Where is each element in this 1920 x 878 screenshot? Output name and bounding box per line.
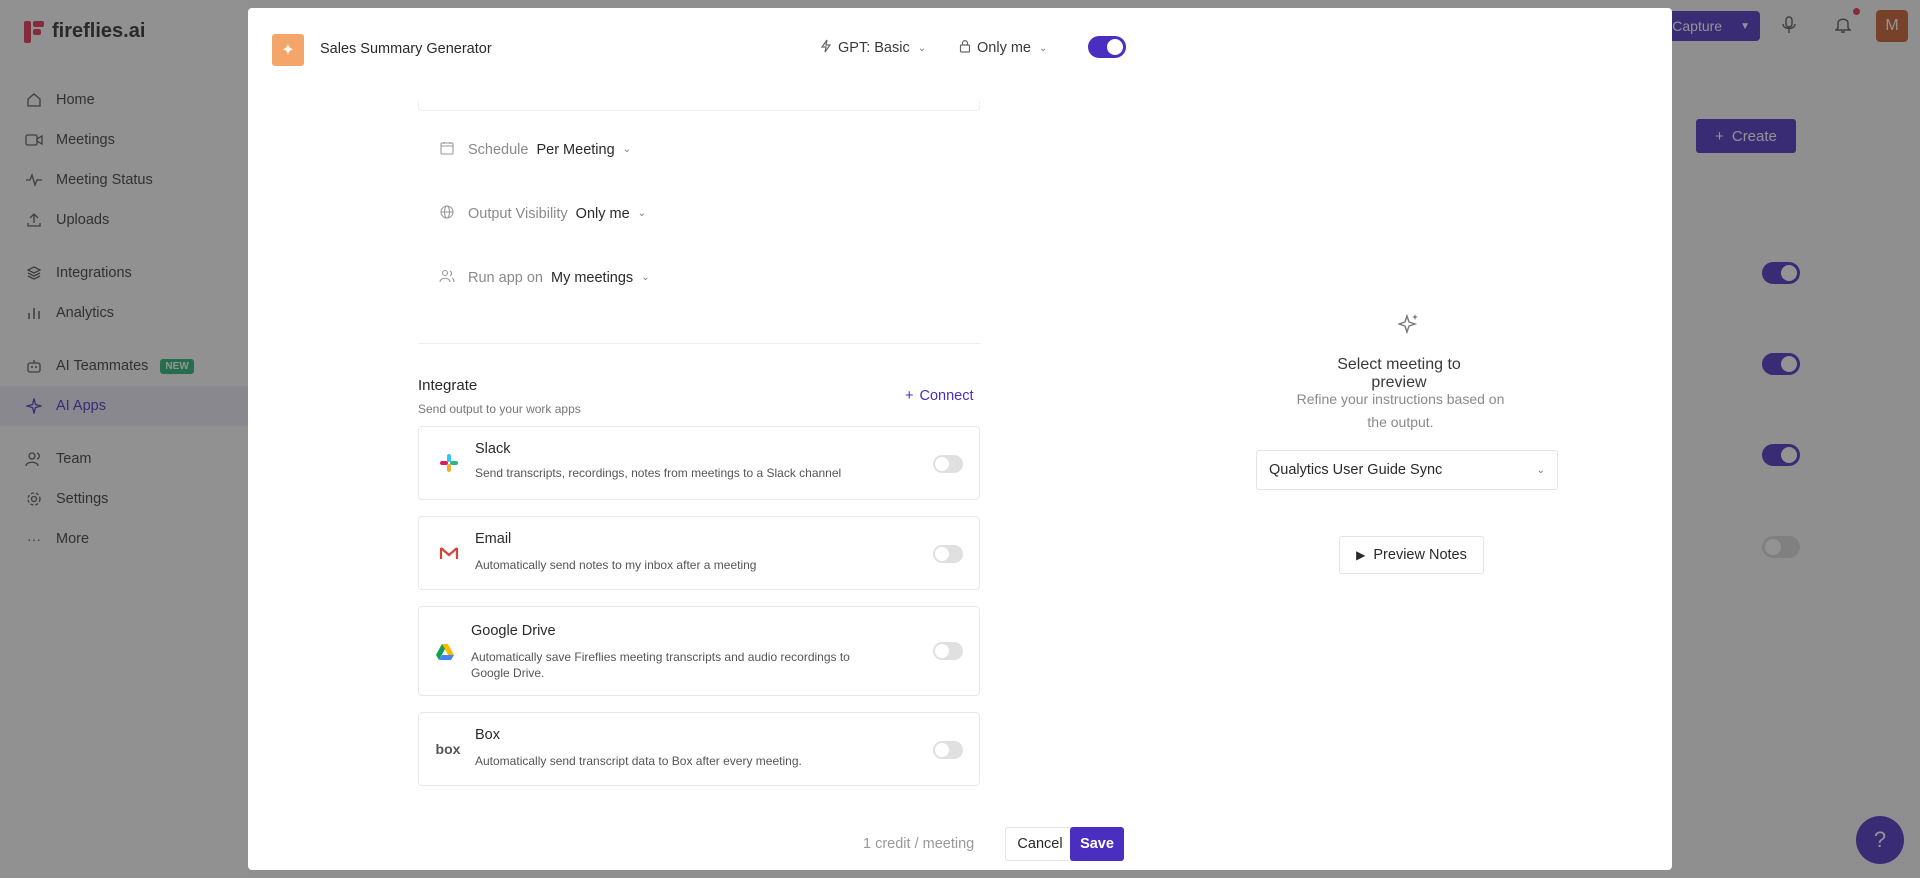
plus-icon: + xyxy=(905,388,914,404)
lock-icon xyxy=(959,39,971,57)
chevron-down-icon: ⌄ xyxy=(1536,464,1545,476)
model-value: GPT: Basic xyxy=(838,40,910,56)
preview-meeting-select[interactable]: Qualytics User Guide Sync ⌄ xyxy=(1256,450,1558,490)
integration-description: Automatically send transcript data to Bo… xyxy=(475,754,802,768)
run-app-on-value: My meetings xyxy=(550,269,634,286)
visibility-value: Only me xyxy=(977,40,1031,56)
chevron-down-icon: ⌄ xyxy=(641,272,650,283)
integration-title: Slack xyxy=(475,441,511,457)
section-divider xyxy=(418,101,980,111)
slack-toggle[interactable] xyxy=(933,455,963,473)
preview-title: Select meeting to preview xyxy=(1337,356,1461,391)
preview-subtitle: Refine your instructions based on the ou… xyxy=(1296,391,1505,430)
lightning-icon xyxy=(820,39,832,57)
cancel-button[interactable]: Cancel xyxy=(1005,827,1075,861)
chevron-down-icon: ⌄ xyxy=(637,208,647,219)
gmail-icon xyxy=(437,541,461,565)
chevron-down-icon: ⌄ xyxy=(1039,42,1048,54)
connect-label: Connect xyxy=(919,388,974,404)
app-icon: ✦ xyxy=(272,34,304,66)
app-name[interactable]: Sales Summary Generator xyxy=(320,41,492,57)
selected-meeting: Qualytics User Guide Sync xyxy=(1269,462,1443,478)
credit-cost: 1 credit / meeting xyxy=(863,836,975,852)
integration-title: Google Drive xyxy=(471,623,556,639)
connect-button[interactable]: + Connect xyxy=(905,388,973,404)
run-app-on-setting[interactable]: Run app on My meetings ⌄ xyxy=(438,269,650,286)
visibility-select[interactable]: Only me ⌄ xyxy=(959,39,1047,57)
integration-description: Send transcripts, recordings, notes from… xyxy=(475,466,842,480)
section-divider xyxy=(418,343,980,344)
integration-card-google-drive[interactable]: Google Drive Automatically save Fireflie… xyxy=(418,606,980,696)
model-select[interactable]: GPT: Basic ⌄ xyxy=(820,39,926,57)
sparkle-icon xyxy=(1396,313,1420,341)
google-drive-icon xyxy=(433,640,457,664)
integrate-subtitle: Send output to your work apps xyxy=(418,402,581,416)
output-visibility-value: Only me xyxy=(575,205,630,222)
modal-footer: 1 credit / meeting Cancel Save xyxy=(248,813,1672,870)
calendar-icon xyxy=(438,141,456,158)
integration-card-slack[interactable]: Slack Send transcripts, recordings, note… xyxy=(418,426,980,500)
preview-notes-button[interactable]: ▶ Preview Notes xyxy=(1339,536,1484,574)
chevron-down-icon: ⌄ xyxy=(917,42,927,54)
schedule-label: Schedule xyxy=(468,141,529,158)
preview-notes-label: Preview Notes xyxy=(1373,547,1467,563)
schedule-value: Per Meeting xyxy=(536,141,615,158)
integration-description: Automatically send notes to my inbox aft… xyxy=(475,558,757,572)
output-visibility-setting[interactable]: Output Visibility Only me ⌄ xyxy=(438,205,646,222)
run-app-on-label: Run app on xyxy=(468,269,543,286)
play-icon: ▶ xyxy=(1356,548,1366,562)
app-editor-modal: ✦ Sales Summary Generator GPT: Basic ⌄ O… xyxy=(248,8,1672,870)
app-enabled-toggle[interactable] xyxy=(1088,36,1126,58)
modal-header: ✦ Sales Summary Generator GPT: Basic ⌄ O… xyxy=(248,8,1672,88)
google-drive-toggle[interactable] xyxy=(933,642,963,660)
users-icon xyxy=(438,269,456,286)
box-toggle[interactable] xyxy=(933,741,963,759)
globe-icon xyxy=(438,205,456,222)
slack-icon xyxy=(437,451,461,475)
schedule-setting[interactable]: Schedule Per Meeting ⌄ xyxy=(438,141,631,158)
integration-card-box[interactable]: box Box Automatically send transcript da… xyxy=(418,712,980,786)
chevron-down-icon: ⌄ xyxy=(622,144,632,155)
integration-title: Box xyxy=(475,727,500,743)
integration-card-email[interactable]: Email Automatically send notes to my inb… xyxy=(418,516,980,590)
integration-title: Email xyxy=(475,531,512,547)
box-icon: box xyxy=(435,741,461,757)
email-toggle[interactable] xyxy=(933,545,963,563)
integration-description: Automatically save Fireflies meeting tra… xyxy=(471,650,850,680)
save-button[interactable]: Save xyxy=(1070,827,1124,861)
output-visibility-label: Output Visibility xyxy=(468,205,568,222)
integrate-title: Integrate xyxy=(418,377,478,394)
